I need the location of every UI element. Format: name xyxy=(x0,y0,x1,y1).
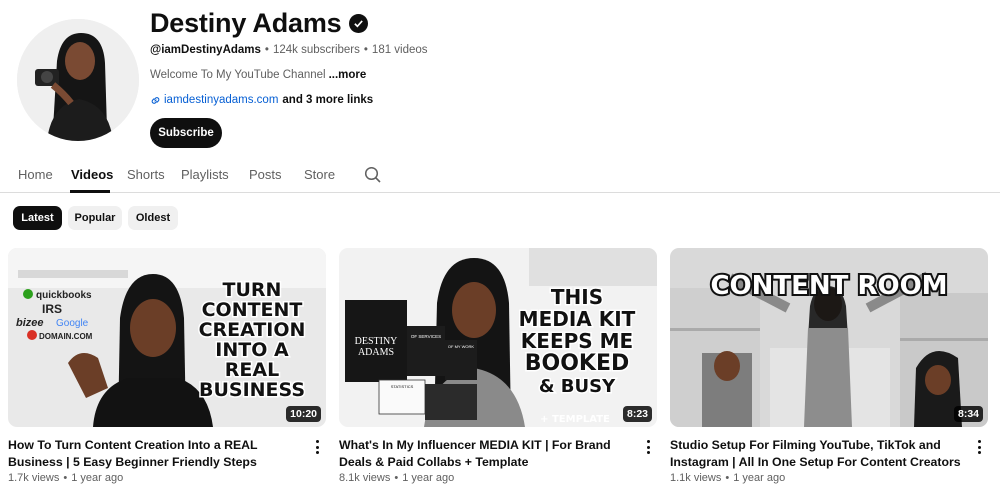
thumb-doc-text: ADAMS xyxy=(358,347,394,358)
channel-description[interactable]: Welcome To My YouTube Channel xyxy=(150,69,326,81)
more-vert-icon[interactable] xyxy=(312,439,322,455)
thumb-text: CREATION xyxy=(199,319,306,341)
channel-name: Destiny Adams xyxy=(150,8,342,38)
verified-badge-icon xyxy=(349,14,369,33)
more-vert-icon[interactable] xyxy=(974,439,984,455)
video-title[interactable]: How To Turn Content Creation Into a REAL… xyxy=(8,437,308,471)
thumb-logo-google: Google xyxy=(56,318,89,329)
video-duration: 8:34 xyxy=(953,406,983,422)
thumb-text: CONTENT ROOM xyxy=(710,271,947,301)
thumb-doc-text: OF SERVICES xyxy=(411,334,441,339)
video-card: CONTENT ROOM 8:34 Studio Setup For Filmi… xyxy=(670,248,988,484)
subscribe-button[interactable]: Subscribe xyxy=(150,118,222,148)
thumb-text: & BUSY xyxy=(539,376,616,397)
channel-website-link[interactable]: iamdestinyadams.com xyxy=(164,94,278,106)
tab-home[interactable]: Home xyxy=(18,167,53,182)
thumb-doc-text: STATISTICS xyxy=(391,384,414,389)
video-duration: 8:23 xyxy=(622,406,652,422)
thumb-text: REAL xyxy=(225,359,279,381)
video-card: DESTINY ADAMS OF SERVICES OF MY WORK STA… xyxy=(339,248,657,484)
video-age: 1 year ago xyxy=(71,472,124,484)
video-count: 181 videos xyxy=(371,44,428,56)
thumb-logo-domain: DOMAIN.COM xyxy=(39,332,93,341)
tab-playlists[interactable]: Playlists xyxy=(181,167,229,182)
tab-shorts[interactable]: Shorts xyxy=(127,167,165,182)
video-card: quickbooks IRS bizee Google DOMAIN.COM T… xyxy=(8,248,326,484)
thumb-text: BUSINESS xyxy=(199,379,305,401)
chip-oldest[interactable]: Oldest xyxy=(128,206,178,230)
video-views: 1.7k views xyxy=(8,472,60,484)
thumb-doc-text: DESTINY xyxy=(355,336,398,347)
thumb-text: MEDIA KIT xyxy=(519,307,636,331)
video-views: 8.1k views xyxy=(339,472,391,484)
link-icon xyxy=(150,95,161,106)
thumb-text: TURN xyxy=(223,279,282,301)
thumb-logo-irs: IRS xyxy=(42,302,62,316)
video-title[interactable]: Studio Setup For Filming YouTube, TikTok… xyxy=(670,437,970,471)
search-icon[interactable] xyxy=(364,166,382,189)
video-age: 1 year ago xyxy=(733,472,786,484)
thumb-logo-quickbooks: quickbooks xyxy=(36,290,92,301)
chip-popular[interactable]: Popular xyxy=(68,206,122,230)
thumb-text: + TEMPLATE xyxy=(540,414,610,425)
thumb-text: BOOKED xyxy=(525,351,630,376)
tab-store[interactable]: Store xyxy=(304,167,335,182)
description-more-link[interactable]: ...more xyxy=(329,69,367,81)
video-thumbnail[interactable]: DESTINY ADAMS OF SERVICES OF MY WORK STA… xyxy=(339,248,657,427)
thumb-text: THIS xyxy=(551,285,603,309)
subscriber-count: 124k subscribers xyxy=(272,44,360,56)
video-duration: 10:20 xyxy=(286,406,321,422)
tab-posts[interactable]: Posts xyxy=(249,167,282,182)
more-vert-icon[interactable] xyxy=(643,439,653,455)
active-tab-indicator xyxy=(70,190,110,193)
thumb-logo-bizee: bizee xyxy=(16,317,44,329)
video-views: 1.1k views xyxy=(670,472,722,484)
video-age: 1 year ago xyxy=(402,472,455,484)
more-links-button[interactable]: and 3 more links xyxy=(282,94,373,106)
video-thumbnail[interactable]: CONTENT ROOM 8:34 xyxy=(670,248,988,427)
tab-videos[interactable]: Videos xyxy=(71,167,113,182)
thumb-text: CONTENT xyxy=(202,299,303,321)
video-title[interactable]: What's In My Influencer MEDIA KIT | For … xyxy=(339,437,639,471)
thumb-text: KEEPS ME xyxy=(521,329,633,353)
channel-tabs: Home Videos Shorts Playlists Posts Store xyxy=(0,158,1000,193)
chip-latest[interactable]: Latest xyxy=(13,206,62,230)
channel-handle: @iamDestinyAdams xyxy=(150,44,261,56)
thumb-doc-text: OF MY WORK xyxy=(448,344,474,349)
thumb-text: INTO A xyxy=(215,339,289,361)
video-thumbnail[interactable]: quickbooks IRS bizee Google DOMAIN.COM T… xyxy=(8,248,326,427)
channel-avatar[interactable] xyxy=(17,19,139,141)
